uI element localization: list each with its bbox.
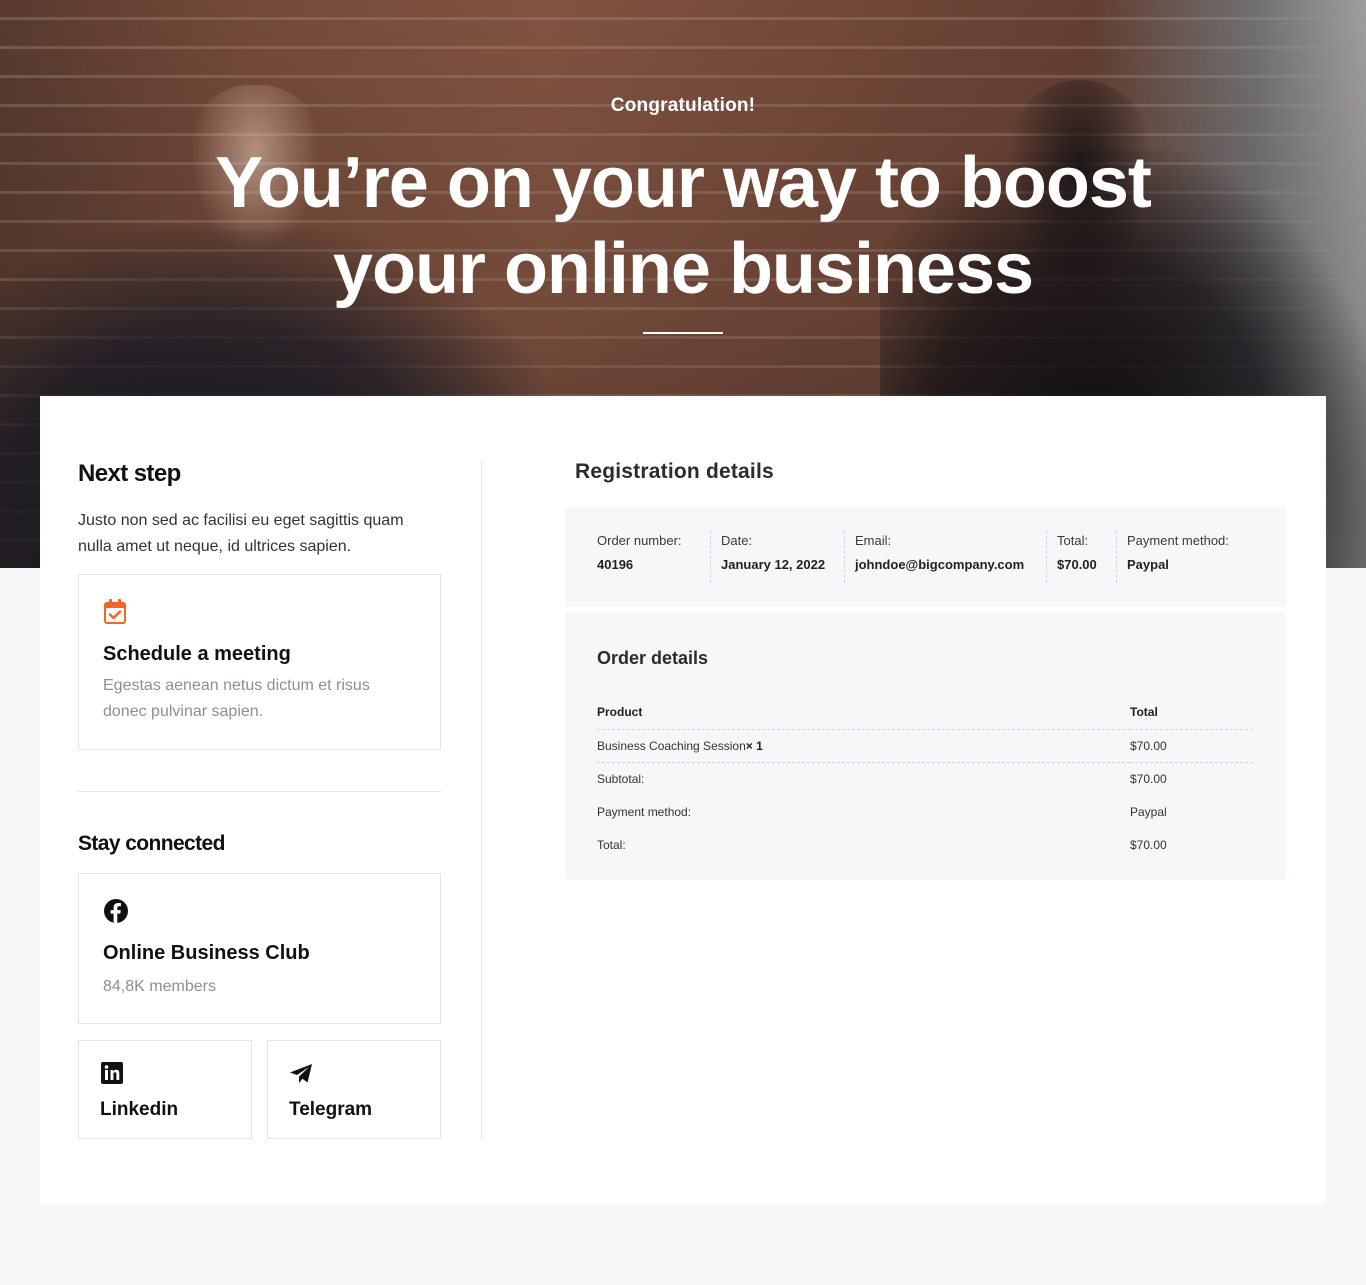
hero-divider [643,332,723,334]
product-name: Business Coaching Session [597,738,746,753]
email-label: Email: [855,533,892,548]
facebook-group-title: Online Business Club [103,942,310,964]
calendar-check-icon [103,599,127,630]
registration-title: Registration details [575,460,774,483]
order-total-label: Total: [597,837,626,852]
total-field: Total: $70.00 [1047,531,1117,583]
linkedin-card[interactable]: Linkedin [78,1040,252,1139]
order-number-label: Order number: [597,533,682,548]
payment-method-label: Payment method: [1127,533,1229,548]
product-cell: Business Coaching Session× 1 [597,729,1130,763]
order-details-title: Order details [597,648,709,668]
subtotal-label: Subtotal: [597,771,645,786]
column-divider [481,460,482,1140]
product-total: $70.00 [1130,729,1253,763]
registration-summary: Order number: 40196 Date: January 12, 20… [565,507,1286,607]
total-label: Total: [1057,533,1089,548]
hero-title: You’re on your way to boost your online … [0,140,1366,312]
telegram-card[interactable]: Telegram [267,1040,441,1139]
schedule-meeting-description: Egestas aenean netus dictum et risus don… [103,677,370,720]
total-value: $70.00 [1057,557,1097,572]
payment-label: Payment method: [597,804,692,819]
telegram-label: Telegram [289,1099,373,1120]
header-product: Product [597,696,1130,730]
payment-value: Paypal [1130,804,1167,819]
facebook-group-card[interactable]: Online Business Club 84,8K members [78,873,441,1024]
schedule-meeting-title: Schedule a meeting [103,643,291,665]
payment-row: Payment method: Paypal [597,795,1253,828]
payment-method-field: Payment method: Paypal [1117,531,1257,583]
next-step-intro: Justo non sed ac facilisi eu eget sagitt… [78,512,404,555]
facebook-group-members: 84,8K members [103,978,216,995]
subtotal-value: $70.00 [1130,771,1167,786]
linkedin-icon [101,1062,123,1089]
schedule-meeting-card[interactable]: Schedule a meeting Egestas aenean netus … [78,574,441,750]
hero-subtitle: Congratulation! [610,95,756,116]
facebook-icon [103,898,129,929]
date-label: Date: [721,533,753,548]
next-step-title: Next step [78,460,181,487]
order-number-value: 40196 [597,557,634,572]
hero-title-line-1: You’re on your way to boost [215,143,1152,223]
table-header-row: Product Total [597,696,1253,730]
next-step-section: Next step Justo non sed ac facilisi eu e… [78,458,441,560]
table-row: Business Coaching Session× 1 $70.00 [597,729,1253,763]
subtotal-row: Subtotal: $70.00 [597,762,1253,795]
date-field: Date: January 12, 2022 [711,531,845,583]
order-details-panel: Order details Product Total Business Coa… [565,612,1286,880]
telegram-icon [289,1063,313,1090]
order-table: Product Total Business Coaching Session×… [597,696,1253,861]
order-number-field: Order number: 40196 [597,531,711,583]
section-divider [78,791,441,792]
product-quantity: × 1 [745,738,763,753]
total-row: Total: $70.00 [597,828,1253,861]
email-value: johndoe@bigcompany.com [855,557,1025,572]
main-card: Next step Justo non sed ac facilisi eu e… [40,396,1326,1204]
email-field: Email: johndoe@bigcompany.com [845,531,1047,583]
payment-method-value: Paypal [1127,557,1169,572]
date-value: January 12, 2022 [721,557,826,572]
hero-title-line-2: your online business [332,229,1034,309]
stay-connected-title: Stay connected [78,832,225,855]
order-total-value: $70.00 [1130,837,1167,852]
linkedin-label: Linkedin [100,1099,179,1120]
header-total: Total [1130,696,1253,730]
